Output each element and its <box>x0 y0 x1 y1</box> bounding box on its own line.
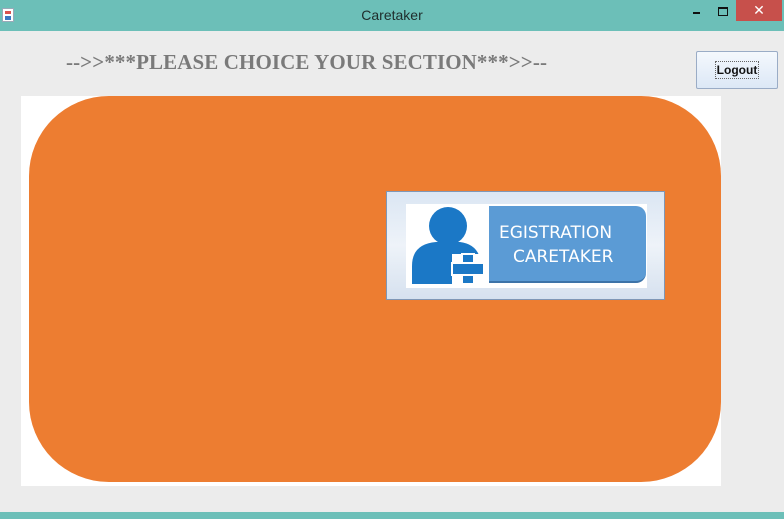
registration-caretaker-button[interactable]: EGISTRATION CARETAKER <box>386 191 665 300</box>
minimize-icon[interactable] <box>683 0 709 22</box>
logout-label: Logout <box>714 61 760 79</box>
registration-caretaker-image: EGISTRATION CARETAKER <box>406 204 647 288</box>
registration-caretaker-label: EGISTRATION CARETAKER <box>489 206 646 283</box>
close-icon[interactable]: ✕ <box>736 0 782 21</box>
title-bar[interactable]: Caretaker ✕ <box>0 0 784 30</box>
add-user-icon <box>412 207 485 285</box>
window-bottom-border <box>0 512 784 519</box>
logout-button[interactable]: Logout <box>696 51 778 89</box>
section-panel: EGISTRATION CARETAKER <box>21 96 721 486</box>
registration-label-line1: EGISTRATION <box>499 223 613 243</box>
window-title: Caretaker <box>361 7 423 23</box>
main-content: -->>***PLEASE CHOICE YOUR SECTION***>>--… <box>0 31 784 512</box>
registration-label-line2: CARETAKER <box>513 247 614 267</box>
section-heading: -->>***PLEASE CHOICE YOUR SECTION***>>-- <box>66 50 548 74</box>
maximize-icon[interactable] <box>710 0 736 22</box>
